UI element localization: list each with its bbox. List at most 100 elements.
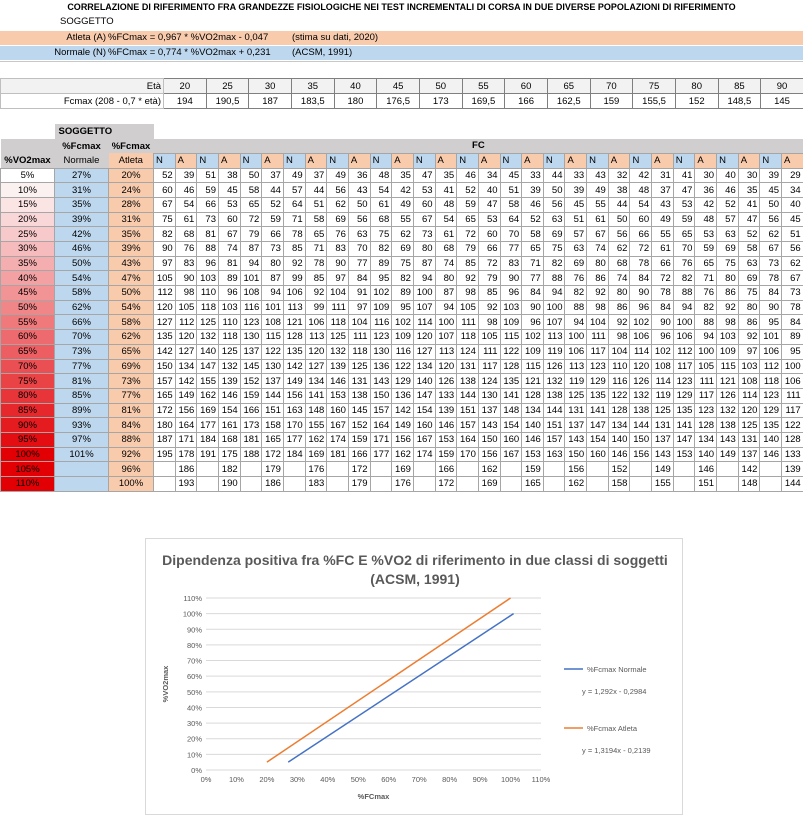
fc-cell: 159 — [434, 446, 458, 463]
fc-cell: 142 — [391, 402, 414, 419]
header-row-3: %VO2max Normale Atleta NANANANANANANANAN… — [0, 152, 803, 169]
fc-cell: 162 — [564, 476, 588, 492]
age-fcmax-table: Età 20 25 30 35 40 45 50 55 60 65 70 75 80 85 90 Fcmax… — [0, 78, 803, 109]
fcmax-atleta-cell: 62% — [107, 329, 155, 345]
table-row: 20% 39% 31% 75 61 73 60 72 59 71 58 69 56 68 55 67 54 65 5… — [0, 211, 803, 228]
fc-cell: 123 — [694, 402, 718, 419]
fcmax-normale-cell: 27% — [54, 167, 109, 184]
fc-cell: 73 — [781, 285, 803, 301]
fc-cell: 88 — [196, 241, 219, 257]
fc-cell: 177 — [196, 417, 219, 433]
fcmax-cell: 187 — [248, 93, 292, 109]
fc-cell: 95 — [391, 299, 414, 316]
fc-cell: 73 — [412, 226, 436, 242]
fc-cell: 82 — [391, 270, 414, 287]
fc-cell: 72 — [239, 211, 263, 228]
fc-cell: 52 — [456, 182, 479, 198]
x-tick-label: 50% — [351, 775, 366, 784]
fcmax-atleta-cell: 96% — [107, 461, 155, 477]
fc-cell: 43 — [586, 167, 609, 184]
fc-cell: 60 — [153, 182, 176, 198]
fc-cell: 84 — [629, 270, 653, 287]
fcmax-atleta-cell: 88% — [107, 431, 155, 448]
fc-cell: 122 — [261, 343, 284, 360]
fc-cell: 45 — [759, 182, 783, 198]
fc-cell: 111 — [326, 299, 349, 316]
table-row: 50% 62% 54% 120 105 118 103 116 101 113 99 111 97 109… — [0, 299, 803, 316]
fc-cell: 144 — [261, 387, 284, 404]
fc-cell: 128 — [499, 358, 523, 375]
fc-cell: 160 — [412, 417, 436, 433]
fc-cell — [716, 461, 739, 477]
fc-cell: 131 — [456, 358, 479, 375]
fc-cell: 62 — [759, 226, 783, 242]
fc-cell: 88 — [542, 270, 566, 287]
fc-cell: 47 — [477, 196, 501, 213]
atleta-equation: %FCmax = 0,967 * %VO2max - 0,047 — [108, 32, 269, 43]
fc-cell: 94 — [694, 329, 718, 345]
a-column-label: A — [477, 152, 501, 169]
fc-cell: 115 — [521, 358, 544, 375]
n-column-label: N — [499, 152, 523, 169]
fc-cell: 80 — [716, 270, 739, 287]
fc-cell: 176 — [304, 461, 328, 477]
fc-cell: 52 — [716, 196, 739, 213]
fc-cell: 95 — [369, 270, 393, 287]
fc-cell: 105 — [477, 329, 501, 345]
fc-cell: 114 — [629, 343, 653, 360]
fc-cell: 116 — [391, 343, 414, 360]
fc-cell: 37 — [261, 167, 284, 184]
fc-cell: 84 — [347, 270, 371, 287]
vo2max-cell: 45% — [0, 285, 55, 301]
fc-cell: 142 — [174, 373, 198, 389]
fc-cell: 123 — [672, 373, 696, 389]
fc-cell: 140 — [759, 431, 783, 448]
fc-cell — [196, 476, 219, 492]
fc-cell: 70 — [347, 241, 371, 257]
fc-cell: 86 — [607, 299, 631, 316]
fc-cell: 91 — [347, 285, 371, 301]
y-tick-label: 70% — [187, 657, 202, 666]
atleta-note: (stima su dati, 2020) — [292, 32, 379, 43]
fc-cell — [759, 461, 783, 477]
fc-cell: 76 — [174, 241, 198, 257]
fc-cell: 137 — [477, 402, 501, 419]
fc-cell: 137 — [261, 373, 284, 389]
fc-cell: 82 — [369, 241, 393, 257]
fc-cell: 131 — [564, 402, 588, 419]
fcmax-cell: 173 — [418, 93, 463, 109]
fc-cell: 131 — [347, 373, 371, 389]
fc-cell: 77 — [347, 255, 371, 272]
fc-cell: 179 — [261, 461, 284, 477]
fc-cell: 98 — [174, 285, 198, 301]
vo2max-cell: 75% — [0, 373, 55, 389]
fc-cell: 82 — [153, 226, 176, 242]
fc-cell: 75 — [737, 285, 761, 301]
fc-cell: 167 — [326, 417, 349, 433]
fc-cell: 135 — [282, 343, 306, 360]
fc-cell: 122 — [499, 343, 523, 360]
fc-cell: 54 — [174, 196, 198, 213]
fc-cell: 59 — [694, 241, 718, 257]
table-row: 10% 31% 24% 60 46 59 45 58 44 57 44 56 43 54 42 53 41 52 4… — [0, 182, 803, 198]
x-tick-label: 30% — [290, 775, 305, 784]
vo2max-cell: 80% — [0, 387, 55, 404]
fc-cell: 158 — [261, 417, 284, 433]
fc-cell — [369, 476, 393, 492]
fc-cell: 152 — [239, 373, 263, 389]
fc-cell: 78 — [781, 299, 803, 316]
fc-cell: 104 — [347, 314, 371, 331]
fcmax-normale-cell: 31% — [54, 182, 109, 198]
fc-cell — [586, 476, 609, 492]
fc-cell: 87 — [239, 241, 263, 257]
fc-cell: 157 — [369, 402, 393, 419]
fc-cell: 41 — [434, 182, 458, 198]
fc-cell: 97 — [347, 299, 371, 316]
fc-cell: 114 — [651, 373, 674, 389]
fc-cell: 65 — [239, 196, 263, 213]
fc-cell: 92 — [586, 285, 609, 301]
fc-cell — [629, 461, 653, 477]
fc-cell: 86 — [716, 285, 739, 301]
fc-cell: 60 — [477, 226, 501, 242]
n-column-label: N — [456, 152, 479, 169]
